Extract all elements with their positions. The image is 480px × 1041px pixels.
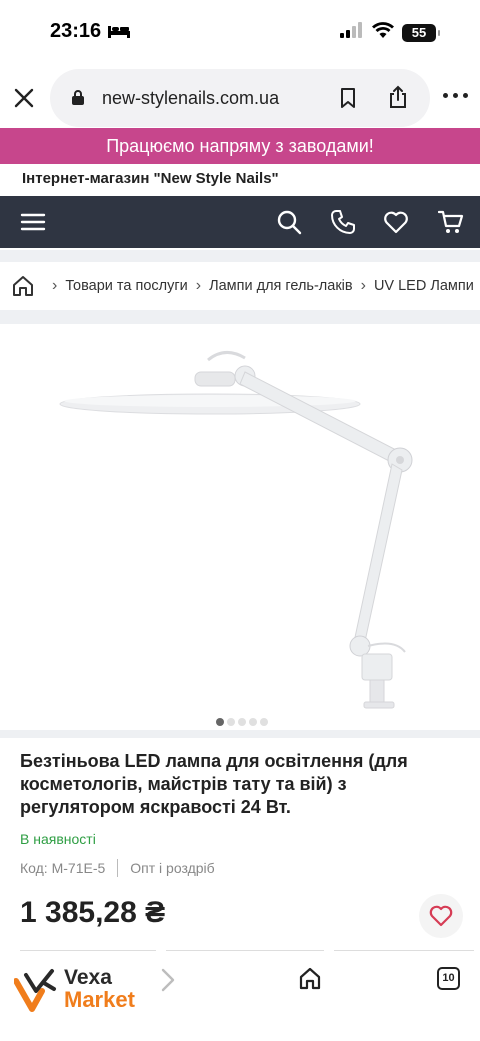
product-title: Безтіньова LED лампа для освітлення (для… — [20, 751, 408, 817]
heart-icon[interactable] — [383, 209, 409, 235]
logo-text-bottom: Market — [64, 987, 135, 1012]
carousel-dot[interactable] — [249, 718, 257, 726]
promo-banner[interactable]: Працюємо напряму з заводами! — [0, 128, 480, 164]
sleep-mode-icon — [108, 24, 130, 43]
status-indicators: 55 — [340, 22, 440, 43]
menu-icon[interactable] — [20, 209, 46, 235]
browser-bottom-bar: Vexa Market 10 — [0, 955, 480, 1041]
product-meta: Код: M-71E-5 Опт і роздріб — [20, 859, 215, 877]
status-time: 23:16 — [50, 20, 102, 42]
section-divider — [0, 310, 480, 324]
breadcrumb-item[interactable]: Товари та послуги — [65, 278, 187, 294]
cart-icon[interactable] — [437, 209, 464, 235]
product-code: Код: M-71E-5 — [20, 860, 106, 876]
product-price: 1 385,28 ₴ — [20, 896, 166, 929]
divider — [117, 859, 119, 877]
stock-status: В наявності — [20, 831, 96, 847]
add-to-favorites-button[interactable] — [419, 894, 463, 938]
vexa-logo-icon — [14, 969, 56, 1012]
section-divider — [0, 250, 480, 262]
home-icon[interactable] — [298, 967, 322, 996]
browser-toolbar: new-stylenails.com.ua — [0, 64, 480, 130]
home-icon[interactable] — [12, 275, 34, 297]
chevron-right-icon: › — [195, 277, 202, 294]
address-bar[interactable]: new-stylenails.com.ua — [50, 69, 430, 127]
status-bar: 23:16 55 — [0, 0, 480, 64]
more-options-icon[interactable] — [443, 90, 469, 100]
breadcrumb-item[interactable]: UV LED Лампи — [374, 278, 474, 294]
shop-title[interactable]: Інтернет-магазин "New Style Nails" — [22, 170, 279, 187]
close-icon[interactable] — [10, 84, 38, 112]
forward-icon[interactable] — [160, 967, 176, 998]
carousel-dot[interactable] — [238, 718, 246, 726]
action-button-outline[interactable] — [20, 950, 156, 952]
breadcrumb: › Товари та послуги › Лампи для гель-лак… — [0, 262, 480, 310]
wifi-icon — [372, 22, 394, 43]
chevron-right-icon: › — [360, 277, 366, 294]
vexa-market-logo: Vexa Market — [14, 967, 135, 1013]
action-button-outline[interactable] — [334, 950, 474, 952]
carousel-dot[interactable] — [260, 718, 268, 726]
heart-icon — [429, 905, 453, 927]
carousel-dot[interactable] — [216, 718, 224, 726]
breadcrumb-item[interactable]: Лампи для гель-лаків — [209, 278, 353, 294]
site-nav-bar — [0, 196, 480, 248]
signal-icon — [340, 22, 364, 43]
product-image[interactable] — [0, 324, 480, 730]
search-icon[interactable] — [276, 209, 302, 235]
carousel-dot[interactable] — [227, 718, 235, 726]
carousel-dots[interactable] — [216, 718, 268, 726]
bookmark-icon[interactable] — [340, 88, 356, 113]
battery-indicator: 55 — [402, 23, 440, 42]
tabs-count-icon[interactable]: 10 — [437, 967, 460, 990]
logo-text-top: Vexa — [64, 966, 112, 989]
chevron-right-icon: › — [52, 277, 58, 294]
share-icon[interactable] — [388, 85, 408, 114]
action-button-outline[interactable] — [166, 950, 324, 952]
sale-type: Опт і роздріб — [130, 860, 215, 876]
url-text: new-stylenails.com.ua — [102, 88, 280, 108]
phone-icon[interactable] — [330, 209, 356, 235]
section-divider — [0, 730, 480, 738]
lock-icon — [72, 90, 84, 110]
